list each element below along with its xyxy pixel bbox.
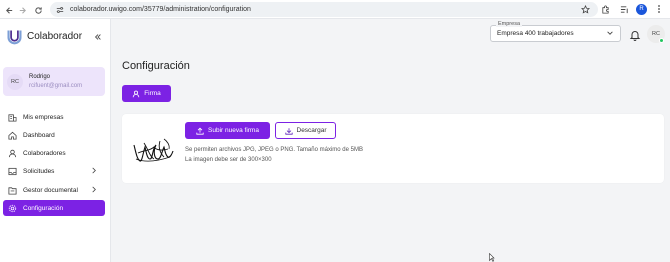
building-icon [7, 112, 17, 122]
media-controls-icon[interactable] [617, 2, 631, 16]
browser-profile-avatar[interactable]: R [636, 3, 647, 15]
sidebar-item-colaboradores[interactable]: Colaboradores [3, 145, 105, 161]
sidebar-item-solicitudes[interactable]: Solicitudes [3, 163, 105, 179]
page-title: Configuración [122, 60, 190, 72]
bell-icon[interactable] [629, 28, 641, 41]
download-icon [284, 122, 293, 140]
sidebar-item-label: Mis empresas [23, 113, 64, 121]
user-avatar: RC [7, 74, 23, 90]
sidebar-item-label: Gestor documental [23, 186, 78, 194]
url-text: colaborador.uwigo.com/35779/administrati… [70, 6, 251, 13]
online-status-dot [659, 38, 664, 43]
sidebar-item-mis-empresas[interactable]: Mis empresas [3, 109, 105, 125]
chevron-right-icon [91, 186, 97, 195]
forward-icon[interactable] [14, 2, 30, 18]
tab-firma[interactable]: Firma [122, 85, 171, 102]
user-icon [132, 85, 140, 103]
site-settings-icon[interactable] [56, 6, 64, 14]
company-select-value: Empresa 400 trabajadores [497, 30, 574, 37]
home-icon [7, 130, 17, 140]
gear-icon [7, 203, 17, 213]
sidebar-item-label: Solicitudes [23, 167, 55, 175]
tab-firma-label: Firma [144, 90, 161, 97]
browser-toolbar: colaborador.uwigo.com/35779/administrati… [0, 0, 670, 19]
user-email: rcifuent@gmail.com [29, 83, 83, 89]
double-chevron-left-icon [94, 34, 101, 40]
upload-signature-button[interactable]: Subir nueva firma [185, 122, 270, 139]
address-bar[interactable]: colaborador.uwigo.com/35779/administrati… [50, 2, 598, 17]
sidebar-item-label: Configuración [23, 204, 64, 212]
sidebar: Colaborador RC Rodrigo rcifuent@gmail.co… [0, 19, 111, 262]
company-select[interactable]: Empresa Empresa 400 trabajadores [490, 21, 621, 42]
sidebar-item-label: Dashboard [23, 131, 55, 139]
brand[interactable]: Colaborador [6, 28, 82, 45]
browser-menu-icon[interactable] [652, 2, 666, 16]
file-format-hint: Se permiten archivos JPG, JPEG o PNG. Ta… [185, 147, 363, 153]
sidebar-item-gestor-documental[interactable]: Gestor documental [3, 182, 105, 198]
collapse-sidebar-button[interactable] [92, 31, 104, 43]
reload-icon[interactable] [30, 2, 46, 18]
inbox-icon [7, 166, 17, 176]
extensions-icon[interactable] [598, 2, 612, 16]
sidebar-item-label: Colaboradores [23, 149, 66, 157]
folder-icon [7, 185, 17, 195]
company-select-label: Empresa [496, 21, 523, 27]
upload-signature-label: Subir nueva firma [208, 127, 259, 134]
user-card[interactable]: RC Rodrigo rcifuent@gmail.com [3, 67, 105, 96]
mouse-cursor-icon [489, 253, 495, 262]
brand-name: Colaborador [27, 31, 83, 42]
user-icon [7, 148, 17, 158]
download-button[interactable]: Descargar [275, 122, 336, 139]
chevron-right-icon [91, 167, 97, 176]
bookmark-star-icon[interactable] [581, 5, 590, 14]
chevron-down-icon [606, 29, 614, 39]
upload-icon [196, 122, 204, 140]
download-label: Descargar [296, 127, 327, 134]
sidebar-item-dashboard[interactable]: Dashboard [3, 127, 105, 143]
signature-image [133, 138, 174, 162]
user-name: Rodrigo [29, 74, 51, 80]
app-logo [7, 30, 22, 45]
image-size-hint: La imagen debe ser de 300×300 [185, 157, 272, 163]
sidebar-item-configuracion[interactable]: Configuración [3, 200, 105, 216]
